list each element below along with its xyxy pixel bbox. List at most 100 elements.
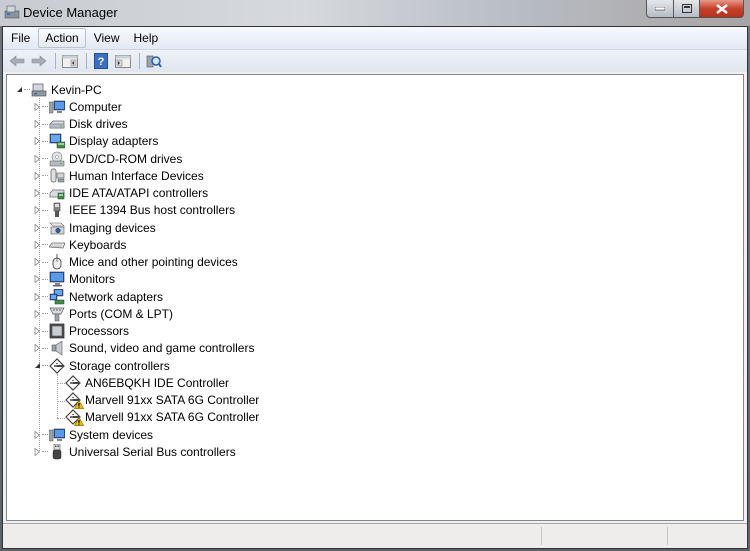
- tree-connector: [42, 192, 48, 194]
- system-devices-icon: [48, 427, 66, 443]
- help-icon: ?: [94, 53, 108, 69]
- close-button[interactable]: [700, 0, 744, 18]
- tree-device-item[interactable]: AN6EBQKH IDE Controller: [65, 374, 229, 391]
- tree-connector: [42, 296, 48, 297]
- tree-item-label: IDE ATA/ATAPI controllers: [69, 186, 209, 200]
- status-separator: [541, 527, 542, 545]
- tree-connector: [42, 313, 48, 315]
- expand-arrow-icon[interactable]: [33, 120, 41, 128]
- tree-category-keyboards[interactable]: Keyboards: [33, 236, 126, 253]
- tree-item-label: DVD/CD-ROM drives: [69, 151, 183, 166]
- dvd-drive-icon: [49, 151, 65, 167]
- tree-category-network-adapters[interactable]: Network adapters: [33, 288, 163, 305]
- expand-arrow-icon[interactable]: [33, 154, 41, 163]
- tree-connector: [42, 365, 48, 366]
- usb-icon: [49, 443, 65, 460]
- tree-item-label: Mice and other pointing devices: [69, 255, 238, 269]
- tree-connector: [42, 451, 48, 453]
- title-bar[interactable]: Device Manager: [0, 0, 750, 26]
- maximize-button[interactable]: [674, 0, 700, 18]
- status-bar: [3, 523, 747, 548]
- expand-arrow-icon[interactable]: [33, 102, 41, 111]
- expand-arrow-icon[interactable]: [33, 275, 41, 284]
- menu-view[interactable]: View: [88, 29, 126, 47]
- expand-arrow-icon[interactable]: [33, 240, 41, 249]
- show-hide-action-pane-button[interactable]: [113, 52, 133, 70]
- tree-category-system-devices[interactable]: System devices: [33, 426, 153, 443]
- maximize-icon: [681, 4, 692, 13]
- port-icon: [49, 306, 65, 322]
- network-adapter-icon: [49, 288, 65, 305]
- expand-arrow-icon[interactable]: [33, 344, 41, 353]
- tree-connector: [42, 244, 48, 246]
- menu-file[interactable]: File: [5, 29, 36, 47]
- tree-category-ide-ata-atapi-controllers[interactable]: IDE ATA/ATAPI controllers: [33, 185, 208, 202]
- tree-category-human-interface-devices[interactable]: Human Interface Devices: [33, 167, 204, 184]
- status-separator: [667, 527, 668, 545]
- menu-action[interactable]: Action: [38, 28, 86, 48]
- device-tree: Kevin-PC Computer Disk drives Display adapt…: [6, 74, 744, 521]
- tree-item-label: Kevin-PC: [51, 82, 102, 97]
- mouse-icon: [49, 254, 65, 270]
- expand-arrow-icon[interactable]: [33, 447, 41, 456]
- tree-connector: [42, 347, 48, 349]
- device-manager-icon: [4, 5, 20, 19]
- back-button[interactable]: [7, 52, 27, 70]
- computer-icon: [48, 99, 66, 115]
- tree-category-dvd-cd-rom-drives[interactable]: DVD/CD-ROM drives: [33, 150, 182, 167]
- tree-item-label: Storage controllers: [69, 358, 170, 373]
- tree-category-universal-serial-bus-controllers[interactable]: Universal Serial Bus controllers: [33, 443, 236, 460]
- tree-category-mice-and-other-pointing-devices[interactable]: Mice and other pointing devices: [33, 254, 238, 271]
- tree-category-processors[interactable]: Processors: [33, 323, 129, 340]
- collapse-arrow-icon[interactable]: [15, 86, 23, 94]
- tree-category-ports-com-lpt[interactable]: Ports (COM & LPT): [33, 305, 173, 322]
- expand-arrow-icon[interactable]: [33, 327, 41, 335]
- tree-device-item[interactable]: Marvell 91xx SATA 6G Controller: [65, 409, 259, 427]
- tree-item-label: Display adapters: [69, 134, 159, 149]
- tree-category-display-adapters[interactable]: Display adapters: [33, 133, 158, 150]
- expand-arrow-icon[interactable]: [33, 189, 41, 197]
- storage-controller-icon: [65, 409, 84, 427]
- computer-network-icon: [31, 82, 47, 98]
- tree-connector: [42, 106, 48, 108]
- expand-arrow-icon[interactable]: [33, 223, 41, 232]
- show-hide-console-tree-button[interactable]: [60, 52, 80, 70]
- tree-category-monitors[interactable]: Monitors: [33, 271, 115, 288]
- tree-category-storage-controllers[interactable]: Storage controllers: [33, 357, 170, 374]
- scan-hardware-button[interactable]: [144, 52, 164, 70]
- tree-item-label: Monitors: [69, 272, 116, 287]
- expand-arrow-icon[interactable]: [33, 292, 41, 301]
- tree-root-node[interactable]: Kevin-PC: [15, 81, 102, 98]
- expand-arrow-icon[interactable]: [33, 137, 41, 146]
- processor-icon: [49, 323, 65, 339]
- tree-connector: [42, 158, 48, 159]
- monitor-icon: [49, 271, 65, 287]
- tree-category-sound-video-and-game-controllers[interactable]: Sound, video and game controllers: [33, 340, 254, 357]
- storage-controller-icon: [65, 392, 84, 409]
- expand-arrow-icon[interactable]: [33, 430, 41, 439]
- tree-item-label: Human Interface Devices: [69, 168, 204, 183]
- warning-icon: [74, 400, 84, 409]
- forward-button[interactable]: [29, 52, 49, 70]
- tree-item-label: Universal Serial Bus controllers: [69, 444, 236, 459]
- tree-category-disk-drives[interactable]: Disk drives: [33, 116, 128, 133]
- tree-category-ieee-1394-bus-host-controllers[interactable]: IEEE 1394 Bus host controllers: [33, 202, 235, 219]
- show-hide-action-pane-icon: [115, 54, 131, 68]
- collapse-arrow-icon[interactable]: [33, 362, 41, 370]
- warning-icon: [74, 417, 84, 427]
- minimize-button[interactable]: [646, 0, 674, 18]
- expand-arrow-icon[interactable]: [33, 171, 41, 180]
- show-hide-console-tree-icon: [62, 54, 78, 68]
- tree-category-computer[interactable]: Computer: [33, 98, 122, 115]
- tree-connector: [24, 89, 30, 90]
- menu-help[interactable]: Help: [128, 29, 165, 47]
- expand-arrow-icon[interactable]: [33, 258, 41, 266]
- tree-item-label: Imaging devices: [69, 220, 156, 235]
- help-button[interactable]: ?: [91, 52, 111, 70]
- tree-item-label: AN6EBQKH IDE Controller: [85, 375, 230, 390]
- expand-arrow-icon[interactable]: [33, 309, 41, 318]
- tree-device-item[interactable]: Marvell 91xx SATA 6G Controller: [65, 392, 259, 409]
- expand-arrow-icon[interactable]: [33, 206, 41, 215]
- tree-category-imaging-devices[interactable]: Imaging devices: [33, 219, 156, 236]
- menu-bar: File Action View Help: [3, 27, 747, 49]
